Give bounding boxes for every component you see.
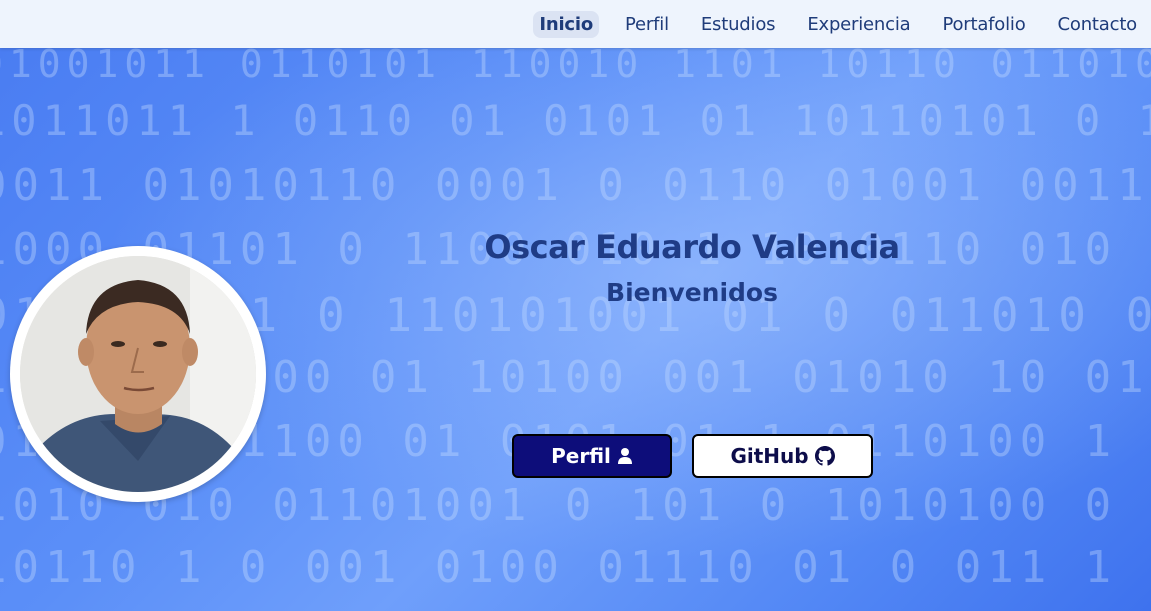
nav-item-perfil[interactable]: Perfil [619,11,675,38]
github-button-label: GitHub [730,444,809,468]
perfil-button-label: Perfil [551,444,611,468]
nav-item-contacto[interactable]: Contacto [1052,11,1143,38]
top-navbar: Inicio Perfil Estudios Experiencia Porta… [0,0,1151,48]
profile-photo-illustration [20,256,256,492]
nav-item-inicio[interactable]: Inicio [533,10,600,38]
profile-photo [20,256,256,492]
perfil-button[interactable]: Perfil [512,434,672,478]
nav-menu: Inicio Perfil Estudios Experiencia Porta… [523,0,1143,48]
github-button[interactable]: GitHub [692,434,873,478]
nav-item-portafolio[interactable]: Portafolio [936,11,1031,38]
profile-photo-frame [10,246,266,502]
hero-title: Oscar Eduardo Valencia [484,228,900,266]
user-icon [617,447,633,465]
nav-item-experiencia[interactable]: Experiencia [801,11,916,38]
nav-item-estudios[interactable]: Estudios [695,11,781,38]
hero-section: 01001011 0110101 110010 1101 10110 01101… [0,48,1151,611]
hero-subtitle: Bienvenidos [606,278,778,307]
github-icon [814,446,835,466]
